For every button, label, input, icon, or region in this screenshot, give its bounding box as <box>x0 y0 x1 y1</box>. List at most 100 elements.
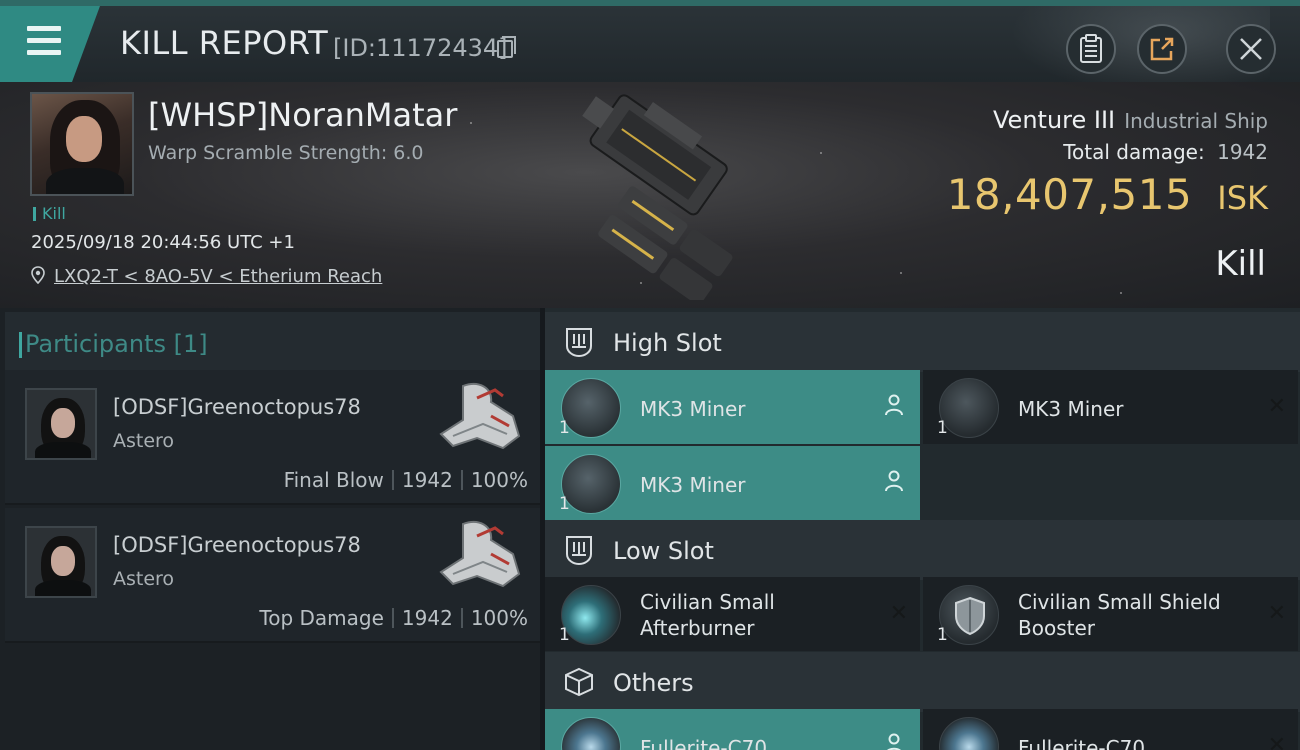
x-icon: ✕ <box>1267 733 1286 750</box>
module-qty: 1 <box>559 418 570 438</box>
shield-icon <box>955 596 985 636</box>
module-name: MK3 Miner <box>640 473 746 497</box>
participant-card[interactable]: [ODSF]Greenoctopus78 Astero Final Blow 19… <box>5 370 540 505</box>
module-card[interactable]: 1 MK3 Miner <box>545 446 920 520</box>
module-card[interactable]: 1 Civilian Small Shield Booster ✕ <box>923 577 1298 651</box>
module-card[interactable]: 1 MK3 Miner ✕ <box>923 370 1298 444</box>
total-damage-value: 1942 <box>1217 140 1268 164</box>
isk-amount: 18,407,515 <box>946 170 1193 219</box>
menu-button[interactable] <box>0 6 100 82</box>
participant-stats: Final Blow 1942 100% <box>284 468 528 492</box>
total-damage-label: Total damage: <box>1063 140 1205 164</box>
participant-role: Final Blow <box>283 468 384 492</box>
warp-scramble-strength: Warp Scramble Strength: 6.0 <box>148 142 424 164</box>
pilot-icon <box>885 394 903 416</box>
participant-card[interactable]: [ODSF]Greenoctopus78 Astero Top Damage 19… <box>5 508 540 643</box>
hamburger-icon <box>27 26 61 56</box>
victim-summary: [WHSP]NoranMatar Warp Scramble Strength:… <box>0 82 1300 308</box>
module-qty: 1 <box>559 494 570 514</box>
module-icon <box>561 378 621 438</box>
ship-type: Venture III Industrial Ship <box>993 106 1268 134</box>
page-title: KILL REPORT <box>120 24 329 62</box>
module-name: Fullerite-C70 <box>1018 736 1146 750</box>
kill-location-link[interactable]: LXQ2-T < 8AO-5V < Etherium Reach <box>54 266 382 287</box>
module-name: Fullerite-C70 <box>640 736 768 750</box>
module-icon <box>939 378 999 438</box>
star <box>1120 292 1122 294</box>
module-name: MK3 Miner <box>640 397 746 421</box>
isk-value: 18,407,515 ISK <box>947 170 1268 219</box>
clipboard-icon <box>1080 34 1102 63</box>
ship-name[interactable]: Venture III <box>993 106 1115 134</box>
participant-percent: 100% <box>470 606 528 630</box>
module-card[interactable]: Fullerite-C70 ✕ <box>923 709 1298 750</box>
participant-name[interactable]: [ODSF]Greenoctopus78 <box>113 533 361 557</box>
module-qty: 1 <box>559 625 570 645</box>
star <box>900 272 902 274</box>
participant-name[interactable]: [ODSF]Greenoctopus78 <box>113 395 361 419</box>
participants-title: Participants [1] <box>19 330 208 358</box>
clipboard-button[interactable] <box>1066 24 1116 74</box>
close-icon <box>1240 38 1262 60</box>
module-name-line: Afterburner <box>640 616 755 640</box>
module-name: Civilian Small Shield Booster <box>1018 589 1221 641</box>
module-name-line: Booster <box>1018 616 1095 640</box>
module-name-line: Civilian Small <box>640 590 775 614</box>
isk-unit: ISK <box>1217 179 1268 217</box>
others-header: Others <box>545 652 1300 712</box>
share-icon <box>1150 37 1174 61</box>
module-icon <box>939 717 999 750</box>
total-damage: Total damage: 1942 <box>1063 140 1268 164</box>
stat-divider <box>460 470 463 490</box>
module-card[interactable]: 1 Civilian Small Afterburner ✕ <box>545 577 920 651</box>
slot-icon <box>566 536 592 566</box>
pilot-icon <box>885 470 903 492</box>
participant-stats: Top Damage 1942 100% <box>259 606 528 630</box>
fitting-panel: High Slot 1 MK3 Miner 1 MK3 Miner ✕ 1 MK… <box>545 308 1300 750</box>
slot-icon <box>566 328 592 358</box>
close-button[interactable] <box>1226 24 1276 74</box>
participant-avatar[interactable] <box>25 526 97 598</box>
star <box>820 152 822 154</box>
module-qty: 1 <box>937 418 948 438</box>
participant-avatar[interactable] <box>25 388 97 460</box>
participant-damage: 1942 <box>401 606 453 630</box>
module-name: Civilian Small Afterburner <box>640 589 775 641</box>
kill-tag: Kill <box>33 204 66 223</box>
copy-icon[interactable] <box>497 36 516 58</box>
participant-percent: 100% <box>470 468 528 492</box>
participants-header: Participants [1] <box>5 312 540 370</box>
participant-ship: Astero <box>113 568 175 590</box>
kill-timestamp: 2025/09/18 20:44:56 UTC +1 <box>31 232 295 253</box>
stat-divider <box>391 470 394 490</box>
module-icon <box>939 585 999 645</box>
low-slot-header: Low Slot <box>545 520 1300 580</box>
participant-ship-image <box>439 383 521 450</box>
victim-ship-image <box>582 94 733 300</box>
low-slot-label: Low Slot <box>613 537 714 565</box>
others-label: Others <box>613 669 694 697</box>
participant-damage: 1942 <box>401 468 453 492</box>
stat-divider <box>460 608 463 628</box>
star <box>470 122 472 124</box>
module-card[interactable]: Fullerite-C70 <box>545 709 920 750</box>
x-icon: ✕ <box>1267 394 1286 419</box>
share-button[interactable] <box>1137 24 1187 74</box>
cube-icon <box>565 667 593 697</box>
high-slot-header: High Slot <box>545 312 1300 372</box>
participants-panel: Participants [1] [ODSF]Greenoctopus78 As… <box>0 308 540 750</box>
participant-ship-image <box>439 521 521 588</box>
participant-ship: Astero <box>113 430 175 452</box>
pilot-icon <box>887 733 901 750</box>
high-slot-label: High Slot <box>613 329 722 357</box>
x-icon: ✕ <box>889 601 908 626</box>
map-pin-icon <box>31 266 45 284</box>
kill-result: Kill <box>1215 244 1266 284</box>
module-card[interactable]: 1 MK3 Miner <box>545 370 920 444</box>
module-name-line: Civilian Small Shield <box>1018 590 1221 614</box>
report-id: [ID:11172434] <box>333 34 508 62</box>
victim-avatar[interactable] <box>30 92 134 196</box>
module-icon <box>561 454 621 514</box>
module-icon <box>561 585 621 645</box>
victim-name[interactable]: [WHSP]NoranMatar <box>148 96 457 134</box>
